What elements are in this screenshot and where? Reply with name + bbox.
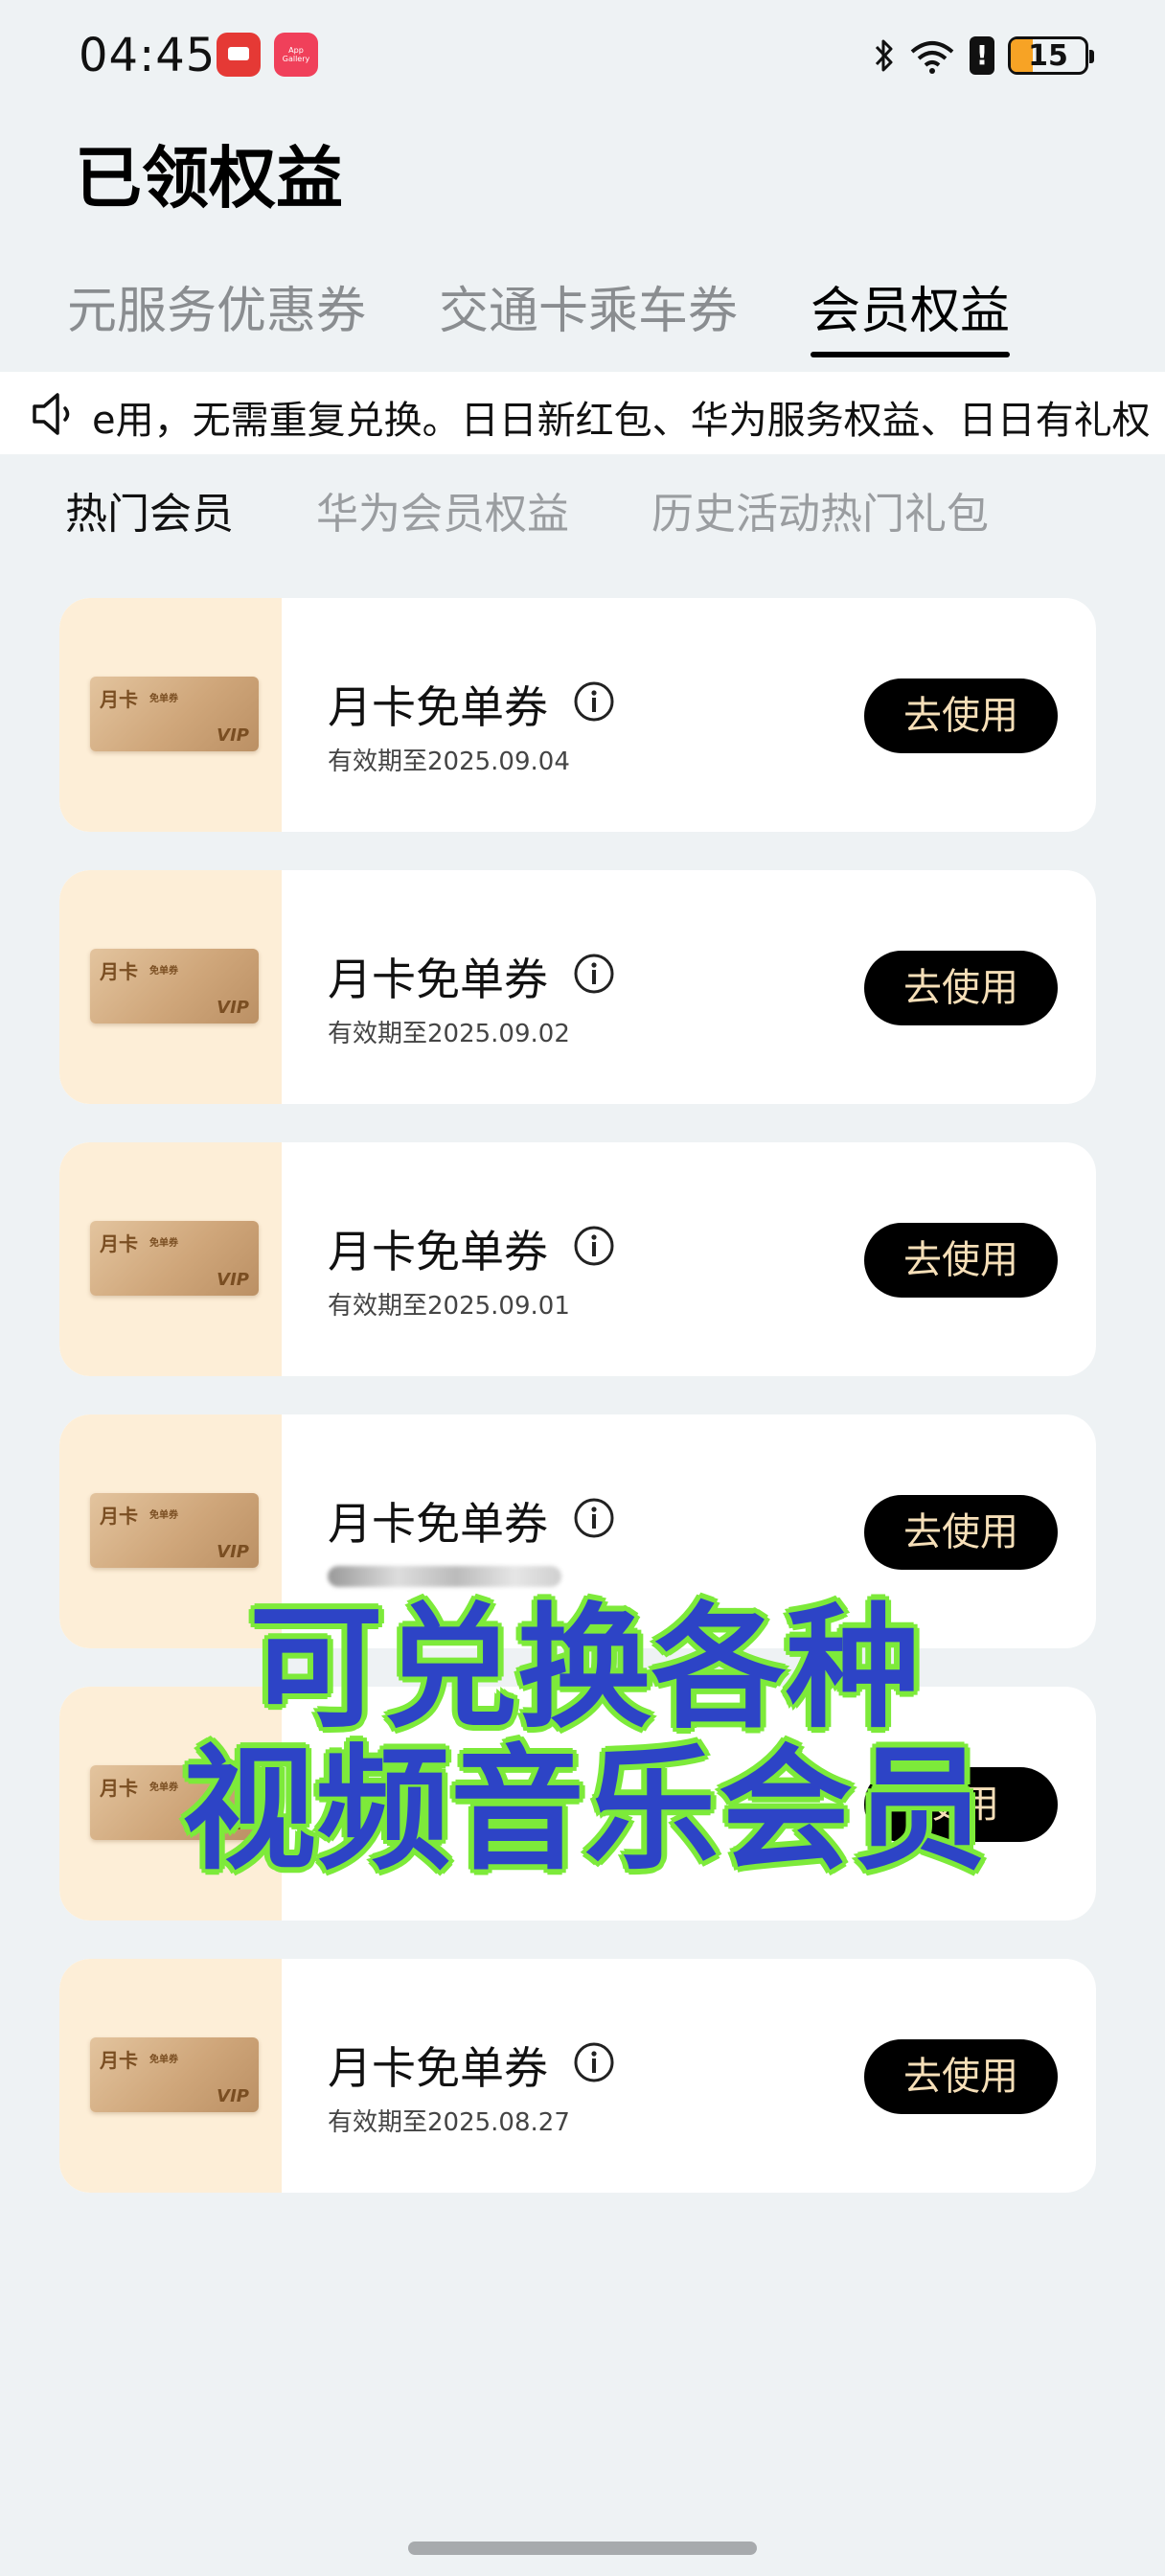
use-button[interactable]: 去使用	[864, 1495, 1058, 1570]
subtab-history-gifts[interactable]: 历史活动热门礼包	[651, 479, 989, 540]
coupon-card[interactable]: 月卡 免单券 VIP 月卡免单券 有效期至2025.08.27 去使用	[59, 1959, 1096, 2193]
overlay-line-2: 视频音乐会员	[181, 1733, 987, 1889]
coupon-expiry: 有效期至2025.08.27	[328, 2108, 570, 2137]
coupon-name: 月卡免单券	[328, 2042, 548, 2094]
coupon-name: 月卡免单券	[328, 681, 548, 733]
coupon-name: 月卡免单券	[328, 954, 548, 1005]
subtab-hot-members[interactable]: 热门会员	[65, 479, 234, 540]
overlay-line-1: 可兑换各种	[248, 1591, 920, 1747]
announcement-text: e用，无需重复兑换。日日新红包、华为服务权益、日日有礼权	[92, 399, 1151, 443]
coupon-list: 月卡 免单券 VIP 月卡免单券 有效期至2025.09.04 去使用 月卡 免单券 V…	[59, 598, 1096, 2231]
tab-member-benefits[interactable]: 会员权益	[811, 270, 1011, 357]
coupon-card[interactable]: 月卡 免单券 VIP 月卡免单券 有效期至2025.09.02 去使用	[59, 870, 1096, 1104]
home-indicator[interactable]	[408, 2542, 757, 2555]
notification-app-icon	[217, 33, 261, 77]
status-time: 04:45	[79, 29, 217, 82]
coupon-card[interactable]: 月卡 免单券 VIP 月卡免单券 有效期至2025.09.01 去使用	[59, 1142, 1096, 1376]
speaker-icon	[33, 393, 70, 435]
bluetooth-icon	[875, 39, 893, 72]
use-button[interactable]: 去使用	[864, 2039, 1058, 2114]
vip-card-image: 月卡 免单券 VIP	[90, 2037, 259, 2112]
app-gallery-icon: App Gallery	[274, 33, 318, 77]
blurred-expiry	[328, 1566, 561, 1587]
coupon-thumbnail: 月卡 免单券 VIP	[59, 870, 282, 1104]
info-icon[interactable]	[573, 2041, 615, 2083]
wifi-icon	[910, 41, 954, 74]
tab-transit-coupons[interactable]: 交通卡乘车券	[439, 270, 738, 342]
coupon-thumbnail: 月卡 免单券 VIP	[59, 1142, 282, 1376]
vip-card-image: 月卡 免单券 VIP	[90, 1493, 259, 1568]
vip-card-image: 月卡 免单券 VIP	[90, 677, 259, 751]
coupon-expiry: 有效期至2025.09.04	[328, 748, 570, 776]
subtab-huawei-benefits[interactable]: 华为会员权益	[316, 479, 569, 540]
coupon-card[interactable]: 月卡 免单券 VIP 月卡免单券 有效期至2025.09.04 去使用	[59, 598, 1096, 832]
use-button[interactable]: 去使用	[864, 951, 1058, 1025]
coupon-name: 月卡免单券	[328, 1226, 548, 1277]
coupon-thumbnail: 月卡 免单券 VIP	[59, 598, 282, 832]
alert-icon: !	[970, 36, 994, 75]
sub-tabs: 热门会员 华为会员权益 历史活动热门礼包	[65, 479, 989, 540]
coupon-expiry: 有效期至2025.09.02	[328, 1020, 570, 1048]
status-bar: 04:45 App Gallery ! 15	[0, 0, 1165, 115]
info-icon[interactable]	[573, 1497, 615, 1539]
coupon-name: 月卡免单券	[328, 1498, 548, 1550]
use-button[interactable]: 去使用	[864, 678, 1058, 753]
announcement-bar[interactable]: e用，无需重复兑换。日日新红包、华为服务权益、日日有礼权	[0, 372, 1165, 454]
page-title: 已领权益	[75, 139, 343, 218]
vip-card-image: 月卡 免单券 VIP	[90, 949, 259, 1024]
info-icon[interactable]	[573, 1225, 615, 1267]
status-icons: ! 15	[874, 33, 1094, 79]
coupon-thumbnail: 月卡 免单券 VIP	[59, 1959, 282, 2193]
tab-service-coupons[interactable]: 元服务优惠券	[67, 270, 366, 342]
promo-overlay-caption: 可兑换各种 视频音乐会员	[153, 1598, 1016, 1882]
battery-icon: 15	[1008, 36, 1094, 75]
top-tabs: 元服务优惠券 交通卡乘车券 会员权益	[67, 270, 1011, 357]
coupon-expiry: 有效期至2025.09.01	[328, 1292, 570, 1321]
vip-card-image: 月卡 免单券 VIP	[90, 1221, 259, 1296]
use-button[interactable]: 去使用	[864, 1223, 1058, 1298]
info-icon[interactable]	[573, 680, 615, 723]
info-icon[interactable]	[573, 953, 615, 995]
